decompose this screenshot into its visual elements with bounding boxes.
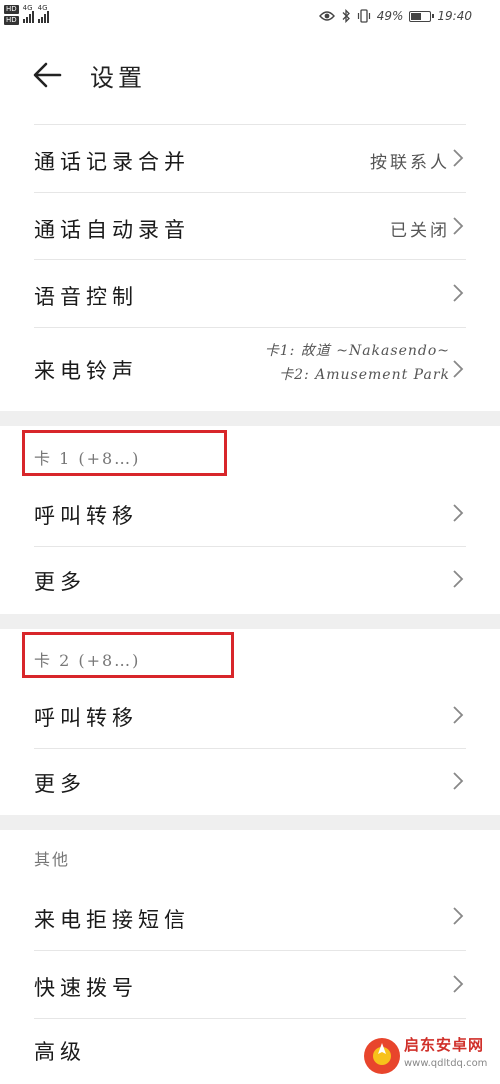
chevron-right-icon — [453, 360, 464, 378]
hd-badge: HD — [4, 5, 19, 14]
chevron-right-icon — [453, 217, 464, 235]
status-left: HD HD 4G 4G — [4, 5, 49, 25]
chevron-right-icon — [453, 149, 464, 167]
merge-call-log-item[interactable]: 通话记录合并 按联系人 — [0, 124, 500, 192]
section-gap — [0, 815, 500, 830]
hd-badge: HD — [4, 16, 19, 25]
advanced-label: 高级 — [34, 1040, 86, 1064]
ringtone-values: 卡1: 故道 ~Nakasendo~ 卡2: Amusement Park — [265, 339, 450, 387]
section-gap — [0, 614, 500, 629]
signal-icon: 4G — [37, 5, 49, 23]
merge-call-log-value: 按联系人 — [370, 153, 450, 173]
chevron-right-icon — [453, 772, 464, 790]
ringtone-label: 来电铃声 — [34, 359, 138, 383]
clock: 19:40 — [437, 9, 472, 23]
merge-call-log-label: 通话记录合并 — [34, 150, 190, 174]
card2-call-forwarding-label: 呼叫转移 — [34, 706, 138, 730]
status-bar: HD HD 4G 4G 49% 19:40 — [0, 0, 500, 36]
chevron-right-icon — [453, 284, 464, 302]
back-arrow-icon[interactable] — [30, 58, 70, 92]
eye-icon — [318, 11, 335, 21]
ringtone-item[interactable]: 来电铃声 卡1: 故道 ~Nakasendo~ 卡2: Amusement Pa… — [0, 327, 500, 411]
watermark-logo-icon — [364, 1038, 400, 1074]
reject-sms-item[interactable]: 来电拒接短信 — [0, 882, 500, 950]
auto-record-value: 已关闭 — [390, 221, 450, 241]
chevron-right-icon — [453, 907, 464, 925]
card1-more-label: 更多 — [34, 570, 86, 594]
voice-control-item[interactable]: 语音控制 — [0, 259, 500, 327]
card2-call-forwarding-item[interactable]: 呼叫转移 — [0, 682, 500, 748]
ringtone-card1: 卡1: 故道 ~Nakasendo~ — [264, 343, 450, 359]
auto-record-item[interactable]: 通话自动录音 已关闭 — [0, 192, 500, 260]
chevron-right-icon — [453, 504, 464, 522]
card2-header: 卡 2 (+8…) — [34, 651, 141, 670]
title-bar: 设置 — [0, 48, 500, 102]
signal-icon: 4G — [22, 5, 34, 23]
card2-more-item[interactable]: 更多 — [0, 748, 500, 814]
card1-more-item[interactable]: 更多 — [0, 546, 500, 612]
status-right: 49% 19:40 — [318, 9, 472, 23]
watermark-text: 启东安卓网 — [404, 1036, 485, 1054]
speed-dial-item[interactable]: 快速拨号 — [0, 950, 500, 1018]
chevron-right-icon — [453, 975, 464, 993]
card1-header: 卡 1 (+8…) — [34, 449, 141, 468]
card1-call-forwarding-item[interactable]: 呼叫转移 — [0, 480, 500, 546]
speed-dial-label: 快速拨号 — [34, 976, 138, 1000]
card2-more-label: 更多 — [34, 772, 86, 796]
chevron-right-icon — [453, 570, 464, 588]
chevron-right-icon — [453, 706, 464, 724]
ringtone-card2: 卡2: Amusement Park — [279, 367, 450, 383]
battery-icon — [409, 10, 435, 22]
bluetooth-icon — [342, 9, 350, 23]
section-gap — [0, 411, 500, 426]
watermark: 启东安卓网 www.qdltdq.com — [360, 1030, 500, 1084]
reject-sms-label: 来电拒接短信 — [34, 908, 190, 932]
page-title: 设置 — [90, 64, 146, 92]
battery-percent: 49% — [376, 9, 404, 23]
others-header: 其他 — [34, 850, 71, 869]
watermark-url: www.qdltdq.com — [404, 1058, 488, 1069]
voice-control-label: 语音控制 — [34, 285, 138, 309]
auto-record-label: 通话自动录音 — [34, 218, 190, 242]
card1-call-forwarding-label: 呼叫转移 — [34, 504, 138, 528]
vibrate-icon — [357, 9, 370, 23]
